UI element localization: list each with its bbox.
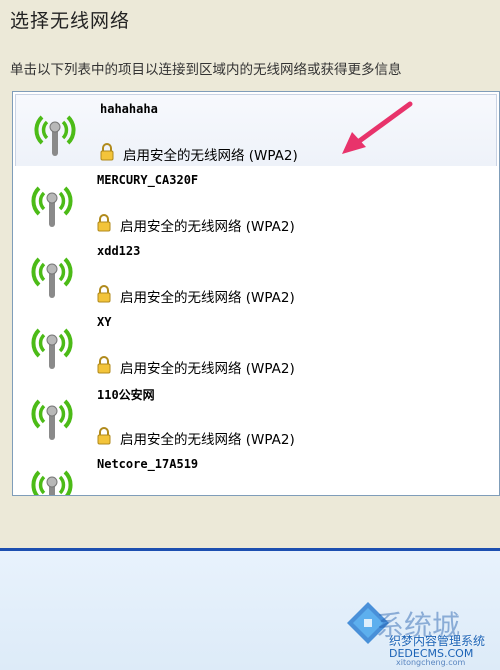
watermark-line: xitongcheng.com (396, 658, 466, 667)
